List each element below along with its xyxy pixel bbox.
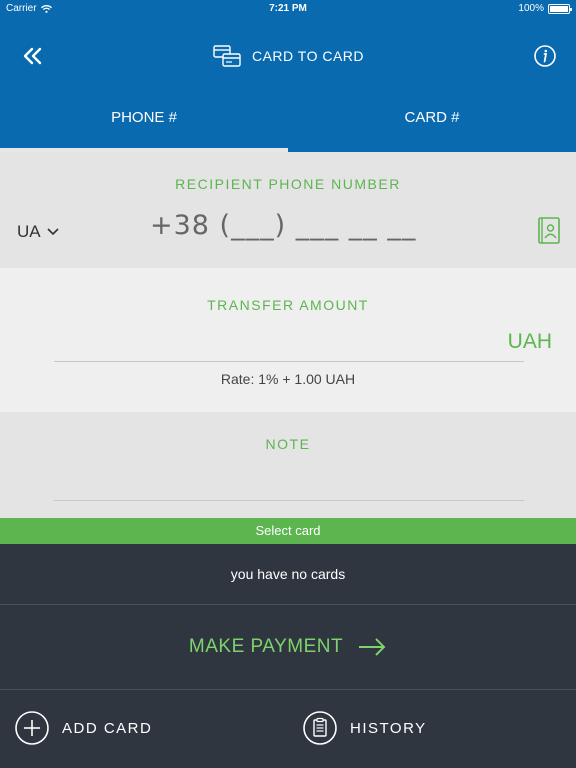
- clipboard-icon: [303, 711, 337, 745]
- amount-underline: [54, 361, 524, 362]
- card-transfer-icon: [213, 45, 241, 67]
- make-payment-label: MAKE PAYMENT: [188, 636, 344, 657]
- transfer-amount-section: TRANSFER AMOUNT UAH Rate: 1% + 1.00 UAH: [0, 268, 576, 412]
- page-title-text: CARD TO CARD: [251, 48, 365, 64]
- no-cards-message: you have no cards: [230, 566, 346, 582]
- page-title: CARD TO CARD: [0, 44, 576, 68]
- contacts-button[interactable]: [536, 216, 562, 246]
- add-card-label: ADD CARD: [62, 719, 153, 737]
- cards-list[interactable]: you have no cards: [0, 544, 576, 604]
- country-selector[interactable]: UA: [17, 222, 59, 242]
- tab-card-label: CARD #: [404, 109, 460, 126]
- battery-icon: [548, 3, 572, 14]
- contact-book-icon: [538, 217, 560, 244]
- status-time: 7:21 PM: [269, 3, 307, 14]
- note-section: NOTE: [0, 412, 576, 518]
- chevron-down-icon: [47, 228, 59, 236]
- note-title: NOTE: [265, 436, 311, 452]
- plus-circle-icon: [15, 711, 49, 745]
- select-card-header: Select card: [0, 518, 576, 544]
- note-underline: [54, 500, 524, 501]
- phone-number-input[interactable]: +38 (___) ___ __ __: [150, 210, 416, 241]
- recipient-phone-title: RECIPIENT PHONE NUMBER: [175, 176, 401, 192]
- history-label: HISTORY: [350, 719, 427, 737]
- transfer-amount-title: TRANSFER AMOUNT: [207, 297, 369, 313]
- bottom-action-bar: ADD CARD HISTORY: [0, 690, 576, 768]
- arrow-right-icon: [359, 638, 386, 656]
- tab-phone-label: PHONE #: [111, 109, 177, 126]
- battery-status: 100%: [518, 3, 572, 14]
- currency-label: UAH: [507, 330, 552, 353]
- info-icon: [534, 45, 556, 67]
- country-code: UA: [17, 222, 41, 241]
- battery-percent: 100%: [518, 3, 544, 14]
- tab-phone[interactable]: PHONE #: [0, 96, 288, 152]
- history-button[interactable]: HISTORY: [302, 710, 427, 746]
- transfer-type-tabs: PHONE # CARD #: [0, 96, 576, 152]
- amount-input[interactable]: [54, 330, 454, 358]
- make-payment-button[interactable]: MAKE PAYMENT: [0, 605, 576, 689]
- recipient-phone-section: RECIPIENT PHONE NUMBER UA +38 (___) ___ …: [0, 152, 576, 268]
- add-card-button[interactable]: ADD CARD: [14, 710, 152, 746]
- rate-text: Rate: 1% + 1.00 UAH: [220, 371, 356, 387]
- app-header: CARD TO CARD: [0, 18, 576, 96]
- tab-card[interactable]: CARD #: [288, 96, 576, 152]
- info-button[interactable]: [532, 43, 558, 69]
- status-bar: Carrier 7:21 PM 100%: [0, 0, 576, 18]
- note-input[interactable]: [54, 468, 524, 498]
